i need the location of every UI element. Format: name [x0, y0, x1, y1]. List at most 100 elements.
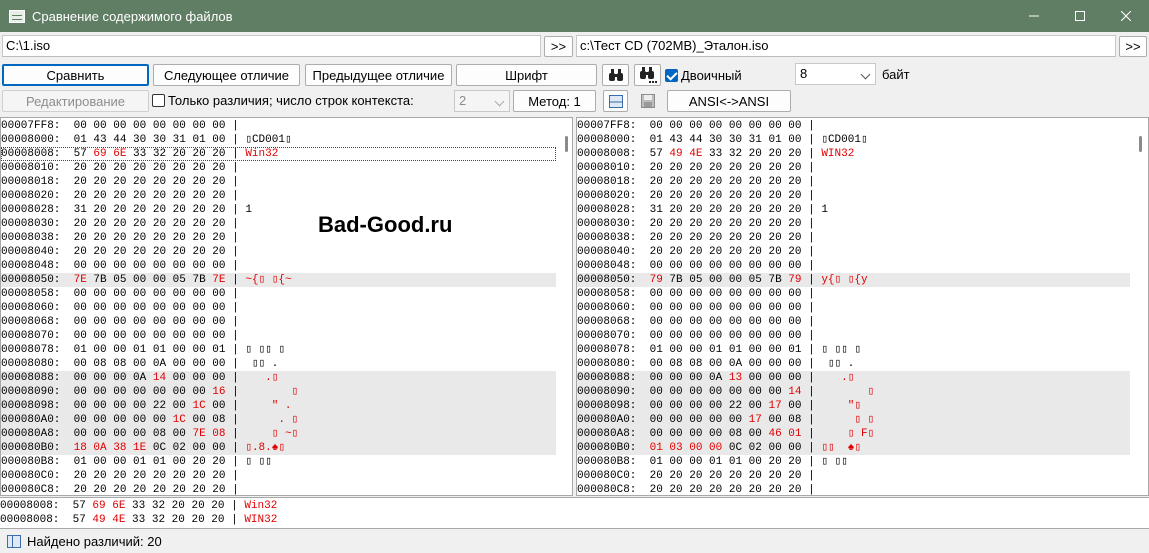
font-button[interactable]: Шрифт — [456, 64, 597, 86]
hex-row[interactable]: 00007FF8: 00 00 00 00 00 00 00 00 | — [1, 119, 556, 133]
hex-row[interactable]: 00008008: 57 69 6E 33 32 20 20 20 | Win3… — [0, 499, 1149, 513]
hex-row[interactable]: 00008088: 00 00 00 0A 13 00 00 00 | .▯ — [577, 371, 1130, 385]
hex-row[interactable]: 00008060: 00 00 00 00 00 00 00 00 | — [577, 301, 1130, 315]
hex-byte: 43 — [86, 134, 107, 146]
hex-row[interactable]: 00008020: 20 20 20 20 20 20 20 20 | — [577, 189, 1130, 203]
hex-row[interactable]: 00008088: 00 00 00 0A 14 00 00 00 | .▯ — [1, 371, 556, 385]
hex-row[interactable]: 00008008: 57 49 4E 33 32 20 20 20 | WIN3… — [0, 513, 1149, 527]
save-button[interactable] — [635, 90, 660, 112]
hex-address: 00008088: — [577, 372, 644, 384]
hex-row[interactable]: 00008000: 01 43 44 30 30 31 01 00 | ▯CD0… — [1, 133, 556, 147]
hex-row[interactable]: 00008080: 00 08 08 00 0A 00 00 00 | ▯▯ . — [577, 357, 1130, 371]
left-file-path-input[interactable]: C:\1.iso — [2, 35, 541, 57]
hex-row[interactable]: 000080C0: 20 20 20 20 20 20 20 20 | — [577, 469, 1130, 483]
hex-row[interactable]: 00008070: 00 00 00 00 00 00 00 00 | — [577, 329, 1130, 343]
left-hex-pane[interactable]: 00007FF8: 00 00 00 00 00 00 00 00 | 0000… — [0, 117, 573, 496]
hex-row[interactable]: 00008080: 00 08 08 00 0A 00 00 00 | ▯▯ . — [1, 357, 556, 371]
hex-row[interactable]: 00008028: 31 20 20 20 20 20 20 20 | 1 — [577, 203, 1130, 217]
method-button[interactable]: Метод: 1 — [513, 90, 596, 112]
right-pane-scroll-thumb[interactable] — [1139, 136, 1142, 152]
hex-row[interactable]: 00008070: 00 00 00 00 00 00 00 00 | — [1, 329, 556, 343]
hex-row[interactable]: 00008010: 20 20 20 20 20 20 20 20 | — [1, 161, 556, 175]
hex-row[interactable]: 00008040: 20 20 20 20 20 20 20 20 | — [1, 245, 556, 259]
hex-row[interactable]: 00008038: 20 20 20 20 20 20 20 20 | — [1, 231, 556, 245]
context-lines-select[interactable]: 2 — [454, 90, 510, 112]
hex-row[interactable]: 00008018: 20 20 20 20 20 20 20 20 | — [1, 175, 556, 189]
next-difference-button[interactable]: Следующее отличие — [153, 64, 300, 86]
hex-row[interactable]: 00008008: 57 69 6E 33 32 20 20 20 | Win3… — [1, 147, 556, 161]
hex-byte: 00 — [761, 386, 782, 398]
hex-row[interactable]: 00008018: 20 20 20 20 20 20 20 20 | — [577, 175, 1130, 189]
hex-row[interactable]: 00008090: 00 00 00 00 00 00 00 14 | ▯ — [577, 385, 1130, 399]
hex-row[interactable]: 000080C0: 20 20 20 20 20 20 20 20 | — [1, 469, 556, 483]
hex-row[interactable]: 00008068: 00 00 00 00 00 00 00 00 | — [1, 315, 556, 329]
hex-row[interactable]: 00008030: 20 20 20 20 20 20 20 20 | — [577, 217, 1130, 231]
hex-row[interactable]: 00008008: 57 49 4E 33 32 20 20 20 | WIN3… — [577, 147, 1130, 161]
hex-row[interactable]: 00008098: 00 00 00 00 22 00 1C 00 | " . — [1, 399, 556, 413]
compare-button[interactable]: Сравнить — [2, 64, 149, 86]
hex-row[interactable]: 00007FF8: 00 00 00 00 00 00 00 00 | — [577, 119, 1130, 133]
left-browse-button[interactable]: >> — [544, 36, 573, 57]
hex-byte: 00 — [742, 302, 762, 314]
hex-row[interactable]: 00008020: 20 20 20 20 20 20 20 20 | — [1, 189, 556, 203]
hex-row[interactable]: 00008048: 00 00 00 00 00 00 00 00 | — [1, 259, 556, 273]
hex-byte: 00 — [166, 456, 186, 468]
hex-row[interactable]: 00008068: 00 00 00 00 00 00 00 00 | — [577, 315, 1130, 329]
hex-byte: 00 — [126, 400, 147, 412]
hex-row[interactable]: 000080B8: 01 00 00 01 01 00 20 20 | ▯ ▯▯ — [1, 455, 556, 469]
previous-difference-button[interactable]: Предыдущее отличие — [305, 64, 452, 86]
hex-row[interactable]: 000080C8: 20 20 20 20 20 20 20 20 | — [1, 483, 556, 495]
right-browse-button[interactable]: >> — [1119, 36, 1147, 57]
hex-row[interactable]: 00008048: 00 00 00 00 00 00 00 00 | — [577, 259, 1130, 273]
hex-address: 00007FF8: — [577, 120, 644, 132]
right-file-path-input[interactable]: c:\Тест CD (702MB)_Эталон.iso — [576, 35, 1116, 57]
right-pane-scrollbar[interactable] — [1136, 118, 1146, 495]
right-hex-pane[interactable]: 00007FF8: 00 00 00 00 00 00 00 00 | 0000… — [576, 117, 1149, 496]
hex-row[interactable]: 00008010: 20 20 20 20 20 20 20 20 | — [577, 161, 1130, 175]
hex-row[interactable]: 00008060: 00 00 00 00 00 00 00 00 | — [1, 301, 556, 315]
hex-row[interactable]: 00008050: 79 7B 05 00 00 05 7B 79 | y{▯ … — [577, 273, 1130, 287]
hex-row[interactable]: 00008090: 00 00 00 00 00 00 00 16 | ▯ — [1, 385, 556, 399]
hex-row[interactable]: 000080A8: 00 00 00 00 08 00 46 01 | ▯ F▯ — [577, 427, 1130, 441]
hex-ascii-text: 1 — [821, 204, 828, 216]
encoding-button[interactable]: ANSI<->ANSI — [667, 90, 791, 112]
find-button[interactable] — [602, 64, 629, 86]
hex-row[interactable]: 00008028: 31 20 20 20 20 20 20 20 | 1 — [1, 203, 556, 217]
hex-row[interactable]: 00008078: 01 00 00 01 01 00 00 01 | ▯ ▯▯… — [577, 343, 1130, 357]
hex-row[interactable]: 00008078: 01 00 00 01 01 00 00 01 | ▯ ▯▯… — [1, 343, 556, 357]
hex-byte: 00 — [742, 316, 762, 328]
hex-row[interactable]: 00008000: 01 43 44 30 30 31 01 00 | ▯CD0… — [577, 133, 1130, 147]
close-button[interactable] — [1103, 0, 1149, 32]
find-next-button[interactable] — [634, 64, 661, 86]
left-pane-scroll-thumb[interactable] — [565, 136, 568, 152]
left-pane-scrollbar[interactable] — [562, 118, 572, 495]
split-view-button[interactable] — [603, 90, 628, 112]
hex-row[interactable]: 00008098: 00 00 00 00 22 00 17 00 | "▯ — [577, 399, 1130, 413]
hex-byte: 00 — [682, 316, 703, 328]
hex-address: 00008028: — [577, 204, 644, 216]
hex-byte: 00 — [662, 414, 683, 426]
hex-row[interactable]: 00008040: 20 20 20 20 20 20 20 20 | — [577, 245, 1130, 259]
hex-row[interactable]: 00008030: 20 20 20 20 20 20 20 20 | — [1, 217, 556, 231]
bytes-per-line-select[interactable]: 8 — [795, 63, 876, 85]
hex-row[interactable]: 000080B8: 01 00 00 01 01 00 20 20 | ▯ ▯▯ — [577, 455, 1130, 469]
only-differences-checkbox[interactable] — [152, 94, 165, 107]
hex-row[interactable]: 00008058: 00 00 00 00 00 00 00 00 | — [577, 287, 1130, 301]
hex-byte: 00 — [185, 302, 206, 314]
binary-checkbox[interactable] — [665, 69, 678, 82]
edit-button[interactable]: Редактирование — [2, 90, 149, 112]
hex-row[interactable]: 000080B0: 18 0A 38 1E 0C 02 00 00 | ▯.8.… — [1, 441, 556, 455]
hex-byte: 01 — [643, 134, 663, 146]
hex-row[interactable]: 000080A8: 00 00 00 00 08 00 7E 08 | ▯ ~▯ — [1, 427, 556, 441]
hex-row[interactable]: 000080C8: 20 20 20 20 20 20 20 20 | — [577, 483, 1130, 495]
minimize-button[interactable] — [1011, 0, 1057, 32]
maximize-button[interactable] — [1057, 0, 1103, 32]
hex-row[interactable]: 00008050: 7E 7B 05 00 00 05 7B 7E | ~{▯ … — [1, 273, 556, 287]
hex-row[interactable]: 00008038: 20 20 20 20 20 20 20 20 | — [577, 231, 1130, 245]
hex-row[interactable]: 000080B0: 01 03 00 00 0C 02 00 00 | ▯▯ ♠… — [577, 441, 1130, 455]
hex-row[interactable]: 000080A0: 00 00 00 00 00 1C 00 08 | . ▯ — [1, 413, 556, 427]
hex-address: 00008020: — [1, 190, 68, 202]
hex-row[interactable]: 00008058: 00 00 00 00 00 00 00 00 | — [1, 287, 556, 301]
hex-byte: 00 — [86, 260, 107, 272]
hex-row[interactable]: 000080A0: 00 00 00 00 00 17 00 08 | ▯ ▯ — [577, 413, 1130, 427]
